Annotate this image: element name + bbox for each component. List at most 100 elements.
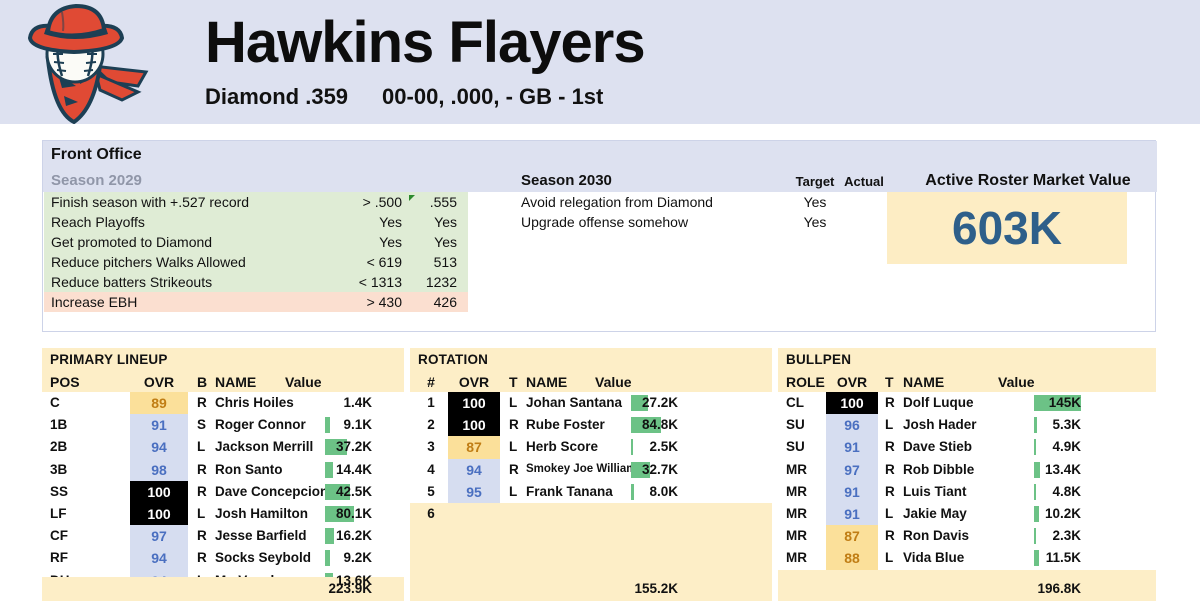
- bullpen-total-row: 196.8K: [778, 577, 1156, 601]
- cell-role: SU: [786, 439, 805, 455]
- cell-player-name[interactable]: Jackson Merrill: [215, 439, 313, 454]
- cell-player-name[interactable]: Dolf Luque: [903, 395, 974, 410]
- cell-player-name[interactable]: Dave Stieb: [903, 439, 972, 454]
- table-row[interactable]: MR 97 R Rob Dibble 13.4K: [778, 458, 1156, 481]
- season-2029-goals: Finish season with +.527 record > .500.55…: [44, 192, 468, 312]
- cell-player-name[interactable]: Roger Connor: [215, 417, 306, 432]
- cell-handedness: R: [885, 528, 895, 544]
- cell-role: MR: [786, 505, 807, 521]
- cell-player-name[interactable]: Johan Santana: [526, 395, 622, 410]
- cell-handedness: R: [197, 483, 207, 499]
- cell-value: 14.4K: [325, 459, 372, 481]
- table-row[interactable]: SU 96 L Josh Hader 5.3K: [778, 414, 1156, 437]
- cell-pos: 1B: [50, 417, 68, 433]
- cell-player-name[interactable]: Socks Seybold: [215, 550, 311, 565]
- table-row[interactable]: 3 87 L Herb Score 2.5K: [410, 436, 772, 459]
- cell-role: SU: [786, 417, 805, 433]
- market-value-amount: 603K: [952, 202, 1062, 254]
- cell-pos: 2B: [50, 439, 68, 455]
- value-label: 9.1K: [343, 417, 372, 433]
- cell-player-name[interactable]: Rob Dibble: [903, 462, 974, 477]
- column-header-throws: T: [885, 374, 894, 390]
- goal-actual: Yes: [434, 214, 457, 230]
- table-row[interactable]: MR 88 L Vida Blue 11.5K: [778, 547, 1156, 570]
- cell-player-name[interactable]: Frank Tanana: [526, 484, 613, 499]
- cell-player-name[interactable]: Jakie May: [903, 506, 967, 521]
- cell-value: 42.5K: [325, 481, 372, 503]
- bullpen-rows: CL 100 R Dolf Luque 145K SU 96 L Josh Hader 5.3K S…: [778, 392, 1156, 570]
- goal-actual: 513: [433, 254, 457, 270]
- table-row[interactable]: 5 95 L Frank Tanana 8.0K: [410, 480, 772, 503]
- cell-value: 145K: [1034, 392, 1081, 414]
- cell-value: 37.2K: [325, 436, 372, 458]
- cell-player-name[interactable]: Josh Hader: [903, 417, 977, 432]
- cell-player-name[interactable]: Vida Blue: [903, 550, 964, 565]
- table-row[interactable]: C 89 R Chris Hoiles 1.4K: [42, 392, 404, 415]
- cell-handedness: R: [197, 528, 207, 544]
- table-row[interactable]: CF 97 R Jesse Barfield 16.2K: [42, 525, 404, 548]
- cell-handedness: R: [197, 395, 207, 410]
- cell-pos: RF: [50, 550, 68, 566]
- table-row[interactable]: 1B 91 S Roger Connor 9.1K: [42, 414, 404, 437]
- table-row[interactable]: 2B 94 L Jackson Merrill 37.2K: [42, 436, 404, 459]
- bullpen-panel: BULLPEN ROLE OVR T NAME Value CL 100 R Dolf…: [778, 348, 1156, 601]
- goal-target: < 1313: [358, 274, 402, 290]
- value-bar: [325, 461, 333, 478]
- cell-pos: C: [50, 395, 60, 410]
- cell-handedness: R: [885, 461, 895, 477]
- cell-handedness: L: [885, 505, 894, 521]
- cell-player-name[interactable]: Ron Santo: [215, 462, 283, 477]
- table-row[interactable]: 2 100 R Rube Foster 84.8K: [410, 414, 772, 437]
- table-row[interactable]: LF 100 L Josh Hamilton 80.1K: [42, 502, 404, 526]
- cell-role: MR: [786, 550, 807, 566]
- cell-ovr: 100: [448, 414, 500, 437]
- primary-lineup-title: PRIMARY LINEUP: [50, 352, 168, 367]
- value-label: 8.0K: [649, 483, 678, 499]
- value-bar: [325, 550, 330, 567]
- cell-value: 5.3K: [1034, 414, 1081, 436]
- rotation-panel: ROTATION # OVR T NAME Value 1 100 L Johan S…: [410, 348, 772, 601]
- cell-ovr: 94: [130, 436, 188, 459]
- value-bar: [1034, 417, 1037, 434]
- table-row[interactable]: SU 91 R Dave Stieb 4.9K: [778, 436, 1156, 459]
- cell-handedness: L: [197, 439, 206, 455]
- cell-num: 1: [427, 395, 435, 410]
- goal-row: Finish season with +.527 record > .500.55…: [44, 192, 468, 212]
- cell-ovr: 97: [826, 458, 878, 481]
- value-label: 80.1K: [335, 505, 372, 521]
- table-row[interactable]: MR 91 R Luis Tiant 4.8K: [778, 480, 1156, 503]
- goal-description: Upgrade offense somehow: [521, 214, 689, 230]
- cell-handedness: R: [509, 461, 519, 477]
- value-label: 9.2K: [343, 550, 372, 566]
- cell-player-name[interactable]: Rube Foster: [526, 417, 605, 432]
- cell-player-name[interactable]: Luis Tiant: [903, 484, 967, 499]
- column-header-target: Target: [795, 174, 835, 189]
- value-bar: [1034, 483, 1036, 500]
- goal-description: Reduce batters Strikeouts: [51, 274, 213, 290]
- cell-player-name[interactable]: Jesse Barfield: [215, 528, 307, 543]
- cell-player-name[interactable]: Herb Score: [526, 439, 598, 454]
- table-row[interactable]: 4 94 R Smokey Joe Williams 32.7K: [410, 458, 772, 481]
- rotation-total-value: 155.2K: [634, 581, 678, 596]
- goal-description: Reach Playoffs: [51, 214, 145, 230]
- cell-value: 10.2K: [1034, 503, 1081, 525]
- table-row[interactable]: 3B 98 R Ron Santo 14.4K: [42, 458, 404, 481]
- cell-player-name[interactable]: Chris Hoiles: [215, 395, 294, 410]
- value-label: 32.7K: [641, 461, 678, 477]
- cell-player-name[interactable]: Josh Hamilton: [215, 506, 308, 521]
- table-row[interactable]: MR 87 R Ron Davis 2.3K: [778, 525, 1156, 548]
- cell-player-name[interactable]: Dave Concepcion: [215, 484, 328, 499]
- column-header-slot: #: [427, 374, 435, 390]
- table-row[interactable]: 6: [410, 502, 772, 526]
- table-row[interactable]: SS 100 R Dave Concepcion 42.5K: [42, 480, 404, 503]
- table-row[interactable]: RF 94 R Socks Seybold 9.2K: [42, 547, 404, 570]
- value-label: 14.4K: [335, 461, 372, 477]
- cell-player-name[interactable]: Ron Davis: [903, 528, 969, 543]
- table-row[interactable]: MR 91 L Jakie May 10.2K: [778, 502, 1156, 526]
- column-header-name: NAME: [215, 374, 257, 390]
- cell-ovr: 100: [130, 502, 188, 526]
- cell-player-name[interactable]: Smokey Joe Williams: [526, 463, 643, 475]
- table-row[interactable]: 1 100 L Johan Santana 27.2K: [410, 392, 772, 415]
- cell-num: 2: [427, 417, 435, 433]
- table-row[interactable]: CL 100 R Dolf Luque 145K: [778, 392, 1156, 415]
